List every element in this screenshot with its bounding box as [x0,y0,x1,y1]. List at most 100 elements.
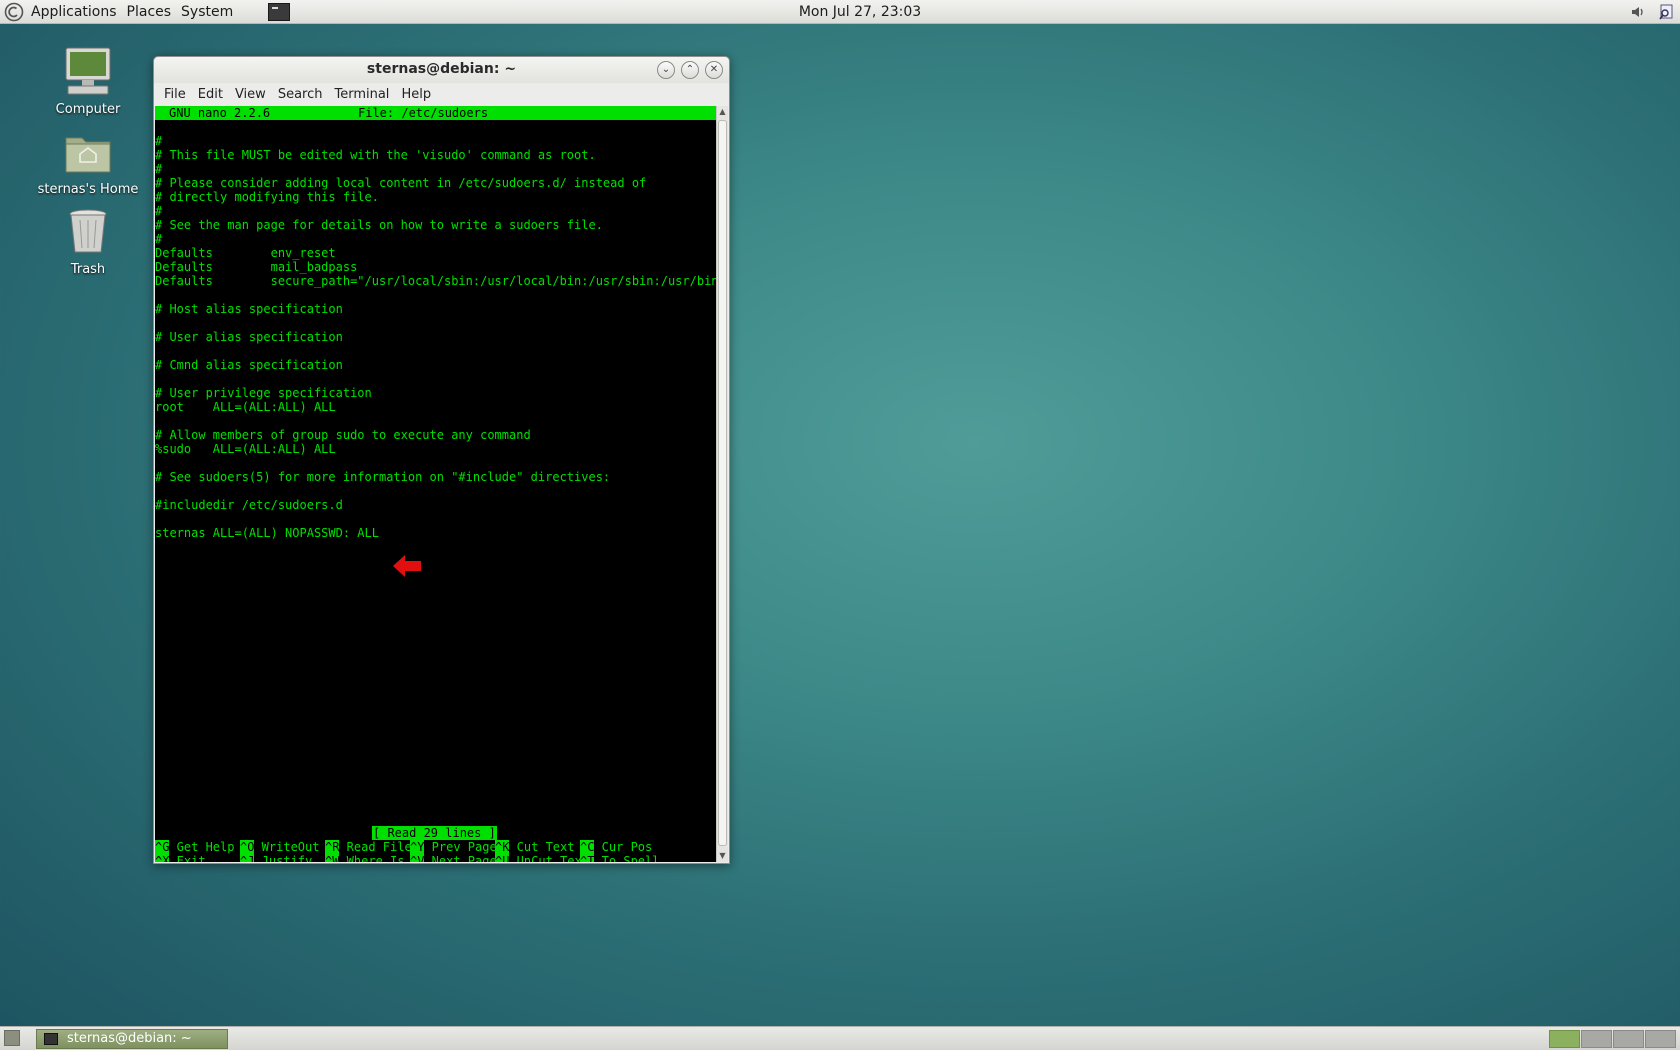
menu-file[interactable]: File [158,87,192,102]
shortcut-label: UnCut Text [509,854,589,862]
volume-icon[interactable] [1628,2,1648,22]
shortcut-row: ^G Get Help ^O WriteOut ^R Read File ^Y Pre… [155,840,716,854]
window-menubar: File Edit View Search Terminal Help [154,83,729,105]
shortcut-key: ^C [580,840,595,854]
window-titlebar[interactable]: sternas@debian: ~ ⌄ ⌃ ✕ [154,57,729,83]
shortcut-key: ^U [495,854,510,862]
buffer-line: # Cmnd alias specification [155,358,343,372]
status-message: [ Read 29 lines ] [372,826,497,840]
shortcut-label: Cut Text [509,840,575,854]
taskbar-item-label: sternas@debian: ~ [67,1031,192,1046]
buffer-line: # [155,134,163,148]
debian-logo-icon[interactable] [2,1,26,23]
buffer-line: Defaults secure_path="/usr/local/sbin:/u… [155,274,716,288]
show-desktop-icon[interactable] [4,1030,20,1046]
terminal-launcher-icon[interactable] [268,2,291,21]
buffer-line: # [155,162,163,176]
nano-version: GNU nano 2.2.6 [169,106,271,120]
workspace-2[interactable] [1581,1030,1612,1048]
shortcut-cur-pos: ^C Cur Pos [580,840,652,854]
buffer-line [155,372,716,386]
terminal-icon [44,1033,58,1045]
shortcut-justify: ^J Justify [240,854,312,862]
top-panel: Applications Places System Mon Jul 27, 2… [0,0,1680,24]
buffer-line: # [155,232,163,246]
desktop-icon-trash[interactable]: Trash [33,204,143,277]
buffer-line: %sudo ALL=(ALL:ALL) ALL [155,442,336,456]
taskbar-item-terminal[interactable]: sternas@debian: ~ [36,1029,228,1049]
workspace-4[interactable] [1645,1030,1676,1048]
buffer-line: Defaults env_reset [155,246,336,260]
scrollbar-thumb[interactable] [718,120,727,846]
shortcut-key: ^R [325,840,340,854]
buffer-line [155,316,716,330]
places-menu[interactable]: Places [122,1,177,23]
shortcut-label: Exit [169,854,206,862]
scroll-down-icon[interactable]: ▼ [717,850,728,862]
shortcut-row: ^X Exit ^J Justify ^W Where Is ^V Next Page… [155,854,716,862]
menu-terminal[interactable]: Terminal [328,87,395,102]
shortcut-get-help: ^G Get Help [155,840,234,854]
buffer-line [155,414,716,428]
workspace-1[interactable] [1549,1030,1580,1048]
buffer-line: # Please consider adding local content i… [155,176,647,190]
buffer-line: # directly modifying this file. [155,190,379,204]
minimize-button[interactable]: ⌄ [657,61,675,79]
shortcut-label: Next Page [424,854,497,862]
terminal-scrollbar[interactable]: ▲ ▼ [716,106,728,862]
computer-icon [60,44,116,100]
system-tray [1628,2,1676,22]
home-folder-icon [60,124,116,180]
buffer-line: root ALL=(ALL:ALL) ALL [155,400,336,414]
desktop-icon-label: Computer [55,102,121,117]
shortcut-next-page: ^V Next Page [410,854,497,862]
shortcut-label: To Spell [594,854,660,862]
shortcut-key: ^W [325,854,340,862]
search-icon[interactable] [1656,2,1676,22]
shortcut-key: ^Y [410,840,425,854]
bottom-panel: sternas@debian: ~ [0,1026,1680,1050]
shortcut-key: ^K [495,840,510,854]
close-button[interactable]: ✕ [705,61,723,79]
shortcut-key: ^G [155,840,170,854]
buffer-line: # See the man page for details on how to… [155,218,603,232]
terminal-area[interactable]: GNU nano 2.2.6 File: /etc/sudoers # # Thi… [155,106,716,862]
shortcut-label: Cur Pos [594,840,653,854]
menu-view[interactable]: View [229,87,272,102]
shortcut-key: ^O [240,840,255,854]
shortcut-key: ^T [580,854,595,862]
buffer-line: # [155,204,163,218]
shortcut-exit: ^X Exit [155,854,206,862]
shortcut-label: Get Help [169,840,235,854]
shortcut-label: WriteOut [254,840,320,854]
buffer-line: # Host alias specification [155,302,343,316]
desktop-icon-home[interactable]: sternas's Home [33,124,143,197]
system-menu[interactable]: System [176,1,238,23]
workspace-3[interactable] [1613,1030,1644,1048]
buffer-line: # Allow members of group sudo to execute… [155,428,531,442]
menu-search[interactable]: Search [272,87,329,102]
shortcut-read-file: ^R Read File [325,840,412,854]
buffer-line [155,484,716,498]
shortcut-writeout: ^O WriteOut [240,840,319,854]
buffer-line: # This file MUST be edited with the 'vis… [155,148,596,162]
shortcut-cut-text: ^K Cut Text [495,840,574,854]
desktop-icon-label: Trash [70,262,106,277]
buffer-line: sternas ALL=(ALL) NOPASSWD: ALL [155,526,379,540]
maximize-button[interactable]: ⌃ [681,61,699,79]
menu-help[interactable]: Help [395,87,437,102]
buffer-line [155,456,716,470]
editor-buffer[interactable]: # # This file MUST be edited with the 'vi… [155,134,716,540]
menu-edit[interactable]: Edit [192,87,229,102]
shortcut-label: Prev Page [424,840,497,854]
workspace-switcher [1549,1030,1676,1048]
applications-menu[interactable]: Applications [26,1,122,23]
buffer-line: Defaults mail_badpass [155,260,358,274]
shortcut-key: ^X [155,854,170,862]
nano-file-name: File: /etc/sudoers [358,106,489,120]
buffer-line [155,288,716,302]
clock[interactable]: Mon Jul 27, 23:03 [799,4,921,20]
shortcut-uncut-text: ^U UnCut Text [495,854,589,862]
desktop-icon-computer[interactable]: Computer [33,44,143,117]
scroll-up-icon[interactable]: ▲ [717,106,728,118]
